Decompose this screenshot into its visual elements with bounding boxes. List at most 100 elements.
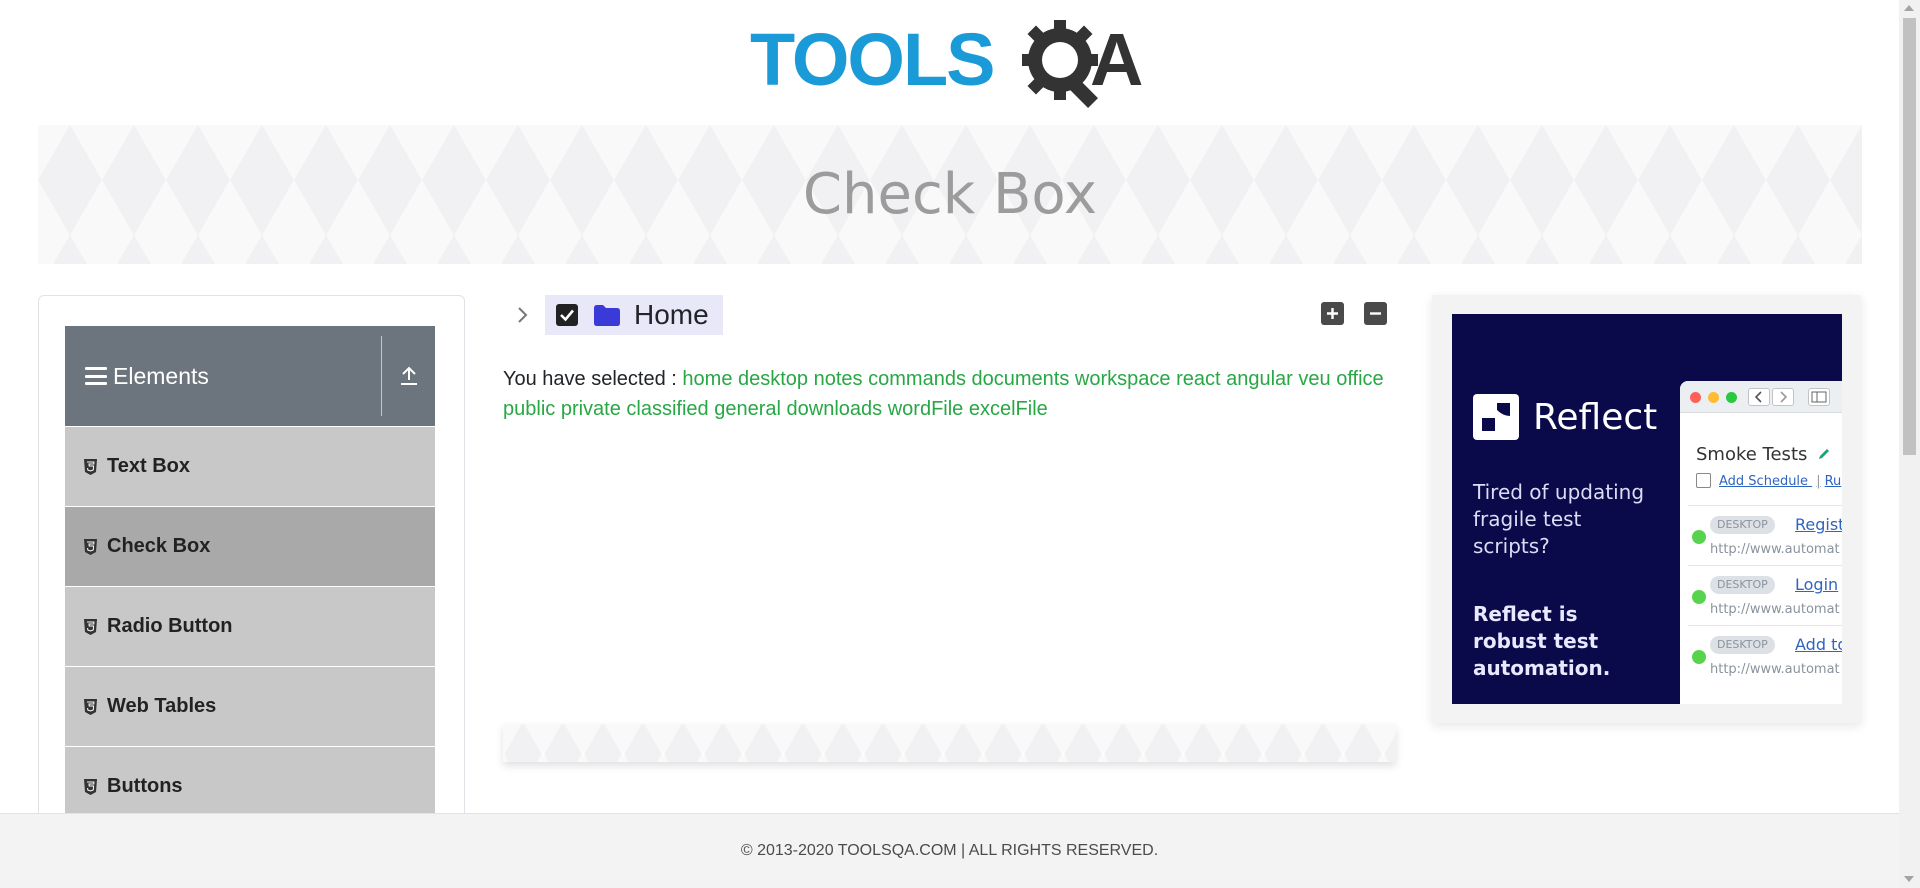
sidebar-item-label: Buttons [107, 775, 183, 797]
selected-item: documents [971, 368, 1070, 390]
calendar-icon [1696, 473, 1711, 488]
html5-icon [84, 698, 97, 715]
ad-brand-name: Reflect [1533, 396, 1658, 438]
schedule-link-text: Add Schedule [1719, 474, 1809, 489]
sidebar-menu: Text Box Check Box Radio Button Web Tabl… [65, 427, 435, 815]
tree-node-label[interactable]: Home [545, 295, 723, 335]
ad-run-row: DESKTOP Login http://www.automat [1688, 565, 1842, 625]
selected-item: public [503, 398, 556, 420]
run-tag: DESKTOP [1710, 516, 1775, 534]
elements-group-header[interactable]: Elements [65, 326, 435, 426]
ad-tagline: Tired of updating fragile test scripts? [1473, 480, 1645, 558]
ad-tagline-2: Reflect is robust test automation. [1473, 602, 1611, 680]
page-title: Check Box [802, 162, 1098, 227]
collapse-all-button[interactable] [1364, 302, 1387, 325]
selected-item: angular [1226, 368, 1293, 390]
gear-magnifier-icon [1022, 20, 1098, 108]
sidebar-item-label: Web Tables [107, 695, 217, 717]
forward-icon [1772, 388, 1794, 406]
checkbox-checked-icon[interactable] [556, 304, 578, 326]
selected-item: wordFile [887, 398, 964, 420]
maximize-dot-icon [1726, 392, 1737, 403]
ad-container: Reflect Tired of updating fragile test s… [1432, 295, 1861, 723]
ad-banner-strip[interactable] [503, 724, 1396, 762]
minus-square-icon [1370, 312, 1381, 315]
plus-square-icon [1327, 308, 1338, 319]
html5-icon [84, 458, 97, 475]
toolsqa-logo[interactable]: TOOLS A [750, 18, 1152, 112]
sidebar-item-radio-button[interactable]: Radio Button [65, 587, 435, 666]
sidebar-item-label: Check Box [107, 535, 211, 557]
run-tag: DESKTOP [1710, 576, 1775, 594]
selection-result: You have selected : home desktop notes c… [503, 364, 1403, 424]
sidebar-item-label: Text Box [107, 455, 190, 477]
page-scrollbar[interactable] [1899, 0, 1920, 888]
back-icon [1748, 388, 1770, 406]
selected-item: home [682, 368, 733, 390]
minimize-dot-icon [1708, 392, 1719, 403]
sidebar: Elements Text Box Check Box Radio Button… [38, 295, 465, 815]
selected-item: office [1336, 368, 1384, 390]
run-url: http://www.automat [1710, 602, 1840, 617]
selected-item: commands [868, 368, 966, 390]
folder-icon [594, 304, 620, 326]
sidebar-item-buttons[interactable]: Buttons [65, 747, 435, 815]
selected-item: react [1176, 368, 1221, 390]
pencil-icon [1819, 449, 1830, 459]
group-title: Elements [113, 362, 209, 389]
status-dot-icon [1692, 530, 1706, 544]
window-title-text: Smoke Tests [1696, 444, 1808, 465]
logo-a-text: A [1090, 18, 1143, 101]
link-separator: | [1816, 474, 1821, 489]
chevron-right-icon [518, 307, 528, 323]
sidebar-item-label: Radio Button [107, 615, 233, 637]
ad-run-row: DESKTOP Add to http://www.automat [1688, 625, 1842, 685]
sidebar-toggle-icon [1808, 388, 1830, 406]
scroll-down-arrow-icon[interactable] [1904, 876, 1914, 882]
expand-all-button[interactable] [1321, 302, 1344, 325]
ad-app-window: Smoke Tests Add Schedule | Ru DESKTOP Reg… [1680, 381, 1842, 704]
selected-item: general [714, 398, 781, 420]
sidebar-item-check-box[interactable]: Check Box [65, 507, 435, 586]
reflect-ad[interactable]: Reflect Tired of updating fragile test s… [1452, 314, 1842, 704]
tree-expand-toggle[interactable] [505, 295, 541, 335]
logo-tools-text: TOOLS [750, 18, 994, 101]
page-banner: Check Box [38, 125, 1862, 264]
html5-icon [84, 778, 97, 795]
window-titlebar [1680, 381, 1842, 413]
selected-item: workspace [1074, 368, 1171, 390]
sidebar-item-text-box[interactable]: Text Box [65, 427, 435, 506]
footer-copyright: © 2013-2020 TOOLSQA.COM | ALL RIGHTS RES… [740, 842, 1159, 859]
run-url: http://www.automat [1710, 662, 1840, 677]
selected-item: desktop [738, 368, 809, 390]
html5-icon [84, 538, 97, 555]
selected-item: downloads [786, 398, 883, 420]
run-name: Add to [1795, 635, 1842, 654]
selected-item: veu [1298, 368, 1331, 390]
run-link-text: Ru [1824, 474, 1842, 489]
run-name: Login [1795, 575, 1839, 594]
ad-run-row: DESKTOP Registr http://www.automat [1688, 505, 1842, 565]
status-dot-icon [1692, 590, 1706, 604]
run-tag: DESKTOP [1710, 636, 1775, 654]
selected-item: excelFile [968, 398, 1048, 420]
selected-item: private [560, 398, 621, 420]
run-url: http://www.automat [1710, 542, 1840, 557]
ad-brand: Reflect [1473, 394, 1657, 440]
reflect-logo-icon [1473, 394, 1519, 440]
scroll-up-arrow-icon[interactable] [1904, 5, 1914, 11]
arrow-up-icon [400, 366, 417, 385]
page-footer: © 2013-2020 TOOLSQA.COM | ALL RIGHTS RES… [0, 813, 1899, 888]
collapse-group-button[interactable] [382, 326, 435, 426]
selected-item: classified [626, 398, 709, 420]
result-prefix: You have selected : [503, 368, 677, 390]
tree-node-title: Home [634, 299, 709, 330]
ad-schedule-link: Add Schedule | Ru [1696, 473, 1841, 489]
selected-item: notes [813, 368, 863, 390]
html5-icon [84, 618, 97, 635]
run-name: Registr [1795, 515, 1842, 534]
scrollbar-thumb[interactable] [1903, 18, 1916, 455]
hamburger-icon [85, 367, 107, 385]
close-dot-icon [1690, 392, 1701, 403]
sidebar-item-web-tables[interactable]: Web Tables [65, 667, 435, 746]
